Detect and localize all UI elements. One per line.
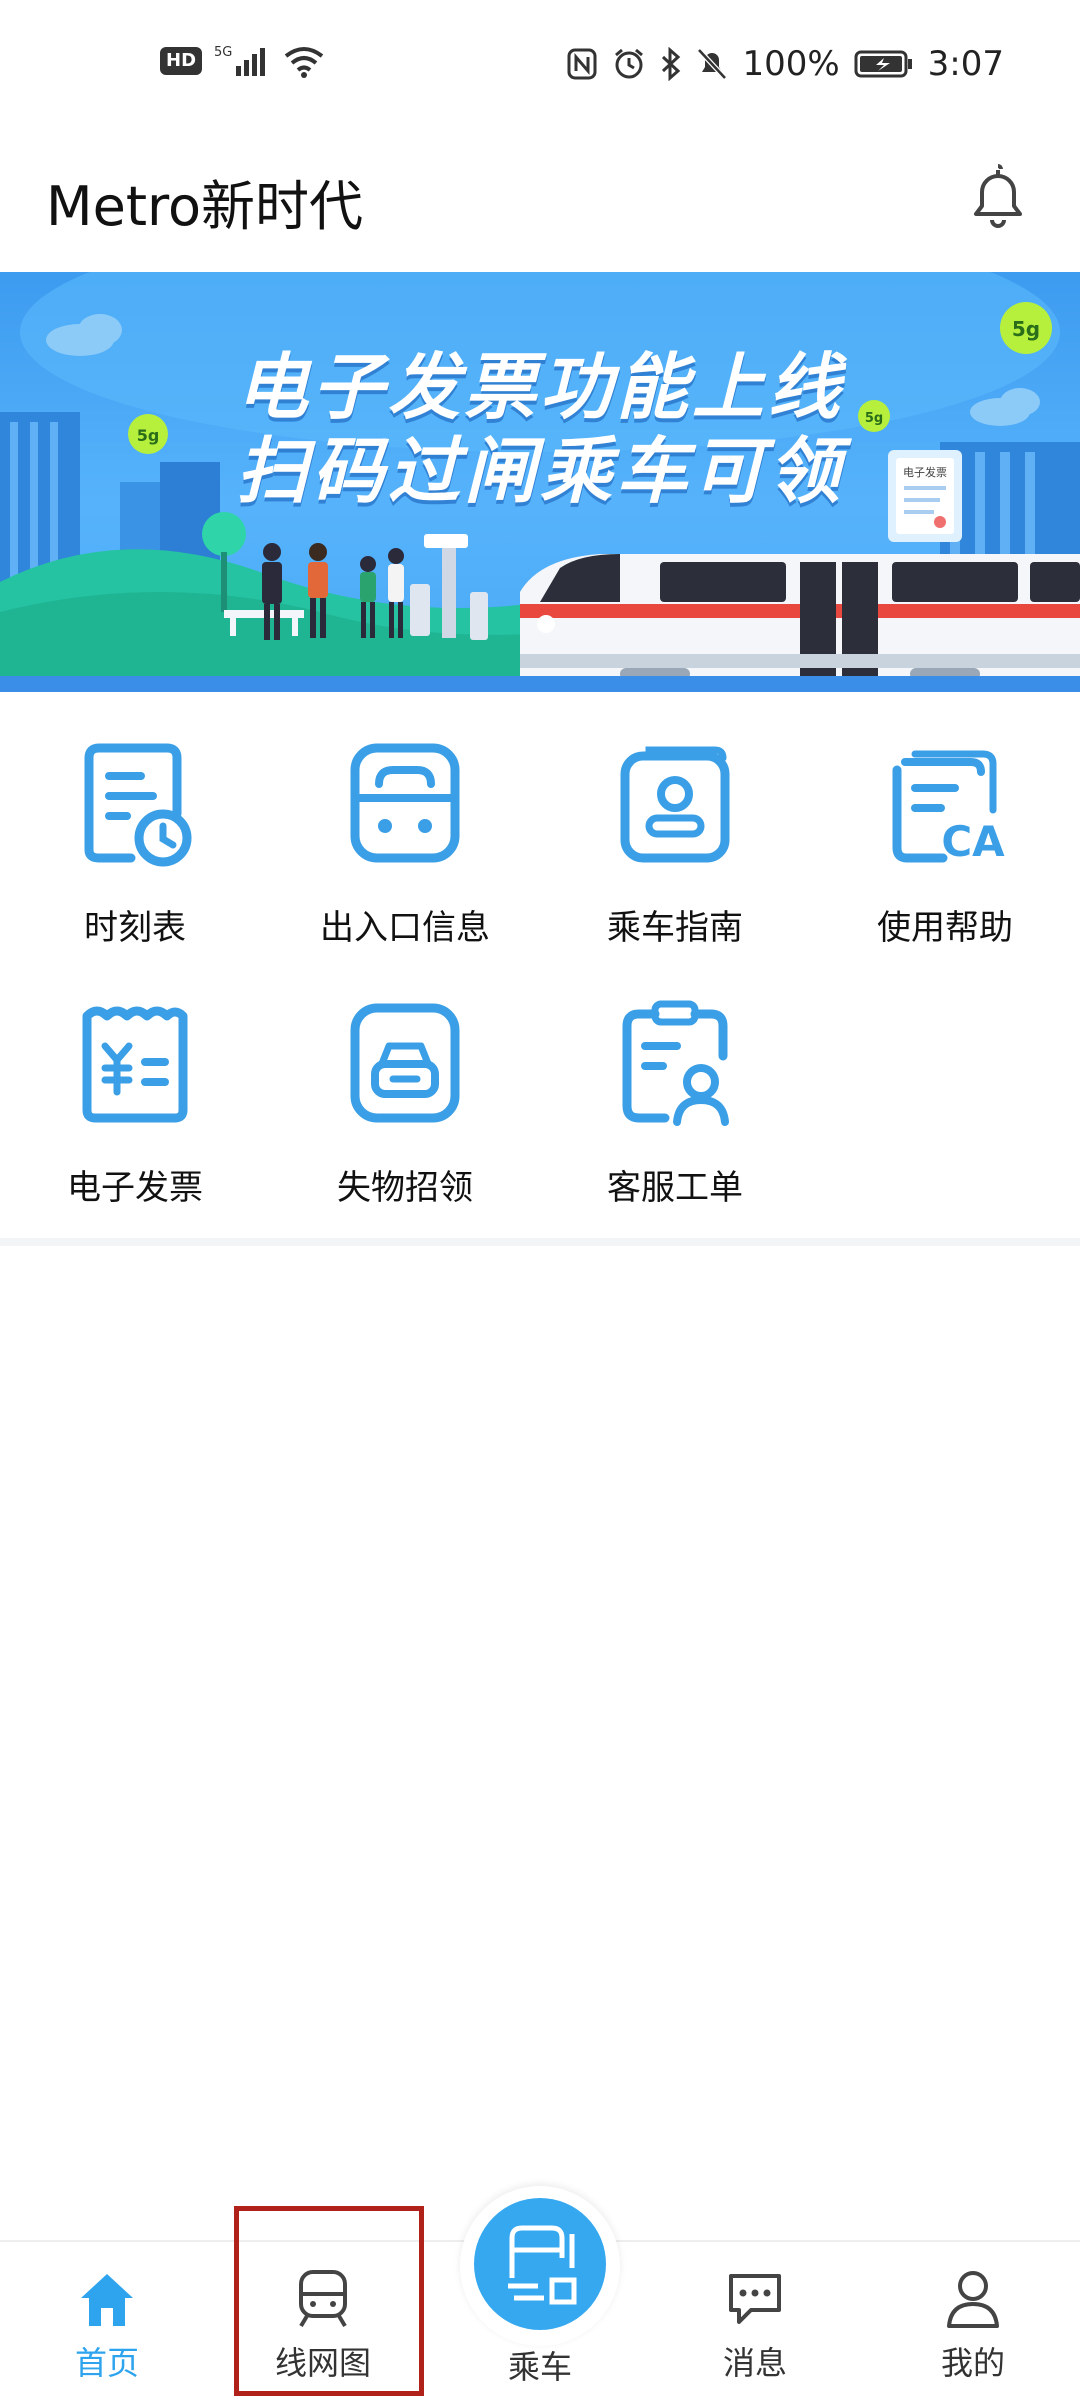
status-bar: HD 5G 100% 3:07 — [0, 0, 1080, 130]
service-entrance-info[interactable]: 出入口信息 — [270, 740, 540, 990]
ride-guide-icon — [615, 740, 735, 870]
service-invoice[interactable]: 电子发票 — [0, 1000, 270, 1250]
ride-label: 乘车 — [507, 2348, 572, 2386]
highlight-annotation-box — [234, 2206, 424, 2396]
app-screen: HD 5G 100% 3:07 Metro新时代 5g 5g 5g 电子发票 电… — [0, 0, 1080, 2400]
promo-banner[interactable]: 5g 5g 5g 电子发票 电子发票功能上线 扫码过闸乘车可领 — [0, 272, 1080, 692]
svg-text:CA: CA — [941, 817, 1005, 866]
ride-button[interactable] — [474, 2198, 606, 2330]
battery-percent: 100% — [742, 44, 840, 84]
wifi-icon — [282, 44, 326, 78]
service-label: 失物招领 — [337, 1168, 473, 1208]
nav-label: 我的 — [940, 2344, 1005, 2382]
service-label: 出入口信息 — [320, 908, 490, 948]
clock-time: 3:07 — [927, 44, 1004, 84]
nav-label: 首页 — [74, 2344, 139, 2382]
status-left: HD 5G — [160, 44, 326, 78]
battery-charging-icon — [854, 49, 914, 79]
service-ride-guide[interactable]: 乘车指南 — [540, 740, 810, 990]
nav-label: 消息 — [722, 2344, 787, 2382]
hd-badge: HD — [160, 47, 203, 75]
service-timetable[interactable]: 时刻表 — [0, 740, 270, 990]
nav-mine[interactable]: 我的 — [898, 2268, 1048, 2398]
nfc-icon — [566, 47, 598, 81]
signal-icon: 5G — [214, 44, 270, 78]
mute-bell-icon — [696, 47, 728, 81]
ride-button-container — [460, 2186, 620, 2346]
service-help[interactable]: CA 使用帮助 — [810, 740, 1080, 990]
service-lost-found[interactable]: 失物招领 — [270, 1000, 540, 1250]
service-ticket[interactable]: 客服工单 — [540, 1000, 810, 1250]
app-title: Metro新时代 — [46, 175, 364, 238]
lost-found-icon — [345, 1000, 465, 1130]
nav-home[interactable]: 首页 — [32, 2268, 182, 2398]
notification-bell-icon[interactable] — [966, 160, 1030, 234]
app-header: Metro新时代 — [0, 140, 1080, 270]
bluetooth-icon — [660, 47, 682, 81]
entrance-info-icon — [345, 740, 465, 870]
service-label: 使用帮助 — [877, 908, 1013, 948]
scan-ride-icon — [508, 2225, 577, 2305]
service-label: 客服工单 — [607, 1168, 743, 1208]
network-type: 5G — [214, 45, 232, 60]
invoice-icon — [75, 1000, 195, 1130]
help-icon: CA — [885, 740, 1005, 870]
timetable-icon — [75, 740, 195, 870]
service-label: 时刻表 — [84, 908, 186, 948]
banner-headline-2: 扫码过闸乘车可领 — [235, 429, 844, 513]
user-icon — [943, 2268, 1003, 2328]
service-label: 乘车指南 — [607, 908, 743, 948]
alarm-icon — [612, 47, 646, 81]
service-label: 电子发票 — [67, 1168, 203, 1208]
service-ticket-icon — [615, 1000, 735, 1130]
chat-bubble-icon — [725, 2268, 785, 2328]
nav-messages[interactable]: 消息 — [680, 2268, 830, 2398]
section-divider — [0, 1238, 1080, 1246]
status-right: 100% 3:07 — [566, 44, 1004, 84]
home-icon — [77, 2268, 137, 2328]
